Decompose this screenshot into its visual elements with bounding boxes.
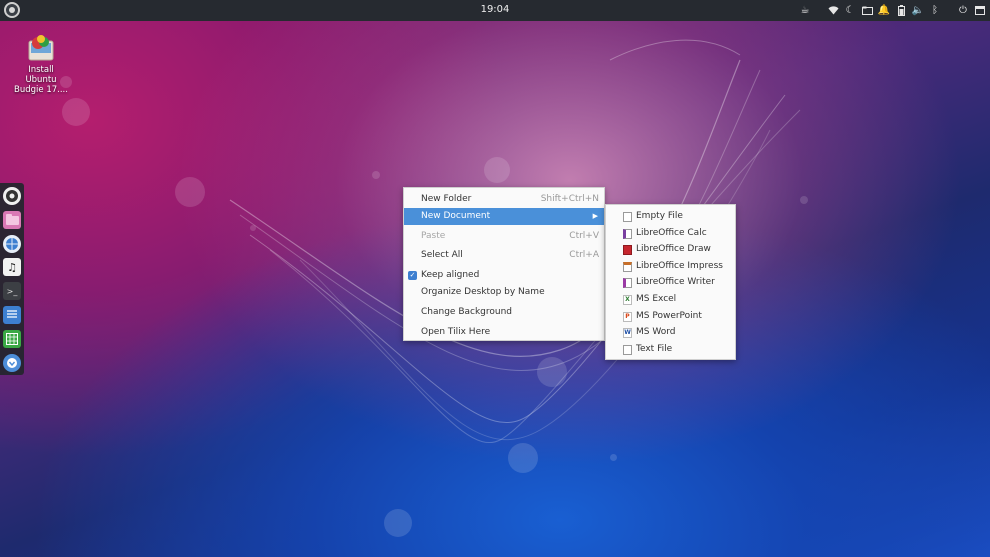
dock-spreadsheet-icon[interactable] [3,329,21,348]
open-tilix-label: Open Tilix Here [421,326,491,337]
install-ubuntu-desktop-icon[interactable]: Install Ubuntu Budgie 17.... [12,33,70,95]
submenu-item-libreoffice-draw[interactable]: LibreOffice Draw [606,241,735,258]
select-all-shortcut: Ctrl+A [569,250,599,261]
select-all-label: Select All [421,250,463,261]
menu-item-organize-desktop[interactable]: Organize Desktop by Name [404,284,604,301]
paste-shortcut: Ctrl+V [569,230,599,241]
menu-item-new-document[interactable]: New Document ▶ [404,207,604,225]
submenu-item-libreoffice-impress[interactable]: LibreOffice Impress [606,258,735,275]
caffeine-icon[interactable]: ☕ [799,5,811,17]
menu-item-change-background[interactable]: Change Background [404,304,604,321]
draw-icon [623,245,632,256]
submenu-item-text-file[interactable]: Text File [606,341,735,358]
installer-icon [26,33,56,63]
night-light-icon[interactable]: ☾ [844,5,856,17]
desktop-context-menu: New Folder Shift+Ctrl+N New Document ▶ P… [403,187,605,341]
desktop-icon-label-2: Ubuntu [25,75,57,85]
keep-aligned-label: Keep aligned [421,270,480,281]
desktop-icon-label-3: Budgie 17.... [14,85,68,95]
places-icon[interactable] [861,5,873,17]
wifi-icon[interactable] [827,5,839,17]
submenu-item-ms-powerpoint[interactable]: P MS PowerPoint [606,308,735,325]
submenu-item-ms-excel[interactable]: X MS Excel [606,291,735,308]
bluetooth-icon[interactable]: ᛒ [929,5,941,17]
submenu-item-label: LibreOffice Impress [636,260,723,271]
dock-music-icon[interactable]: ♫ [3,258,21,277]
checkbox-checked-icon[interactable]: ✓ [408,271,417,281]
new-document-label: New Document [421,210,491,221]
menu-item-new-folder[interactable]: New Folder Shift+Ctrl+N [404,191,604,208]
organize-label: Organize Desktop by Name [421,286,545,297]
excel-icon: X [623,294,632,305]
powerpoint-icon: P [623,311,632,322]
menu-item-paste[interactable]: Paste Ctrl+V [404,228,604,245]
submenu-arrow-icon: ▶ [592,211,598,220]
new-folder-shortcut: Shift+Ctrl+N [540,194,599,204]
menu-item-select-all[interactable]: Select All Ctrl+A [404,247,604,264]
dock: ♫ >_ [0,183,24,375]
notification-bell-icon[interactable]: 🔔 [878,5,890,17]
new-document-submenu: Empty File LibreOffice Calc LibreOffice … [605,204,736,360]
impress-icon [623,261,632,272]
battery-icon[interactable] [895,5,907,17]
change-background-label: Change Background [421,306,513,317]
submenu-item-libreoffice-writer[interactable]: LibreOffice Writer [606,274,735,291]
paste-label: Paste [421,230,446,241]
menu-item-open-tilix[interactable]: Open Tilix Here [404,324,604,341]
top-panel: 19:04 ☕ ☾ 🔔 🔈 ᛒ ⏻ [0,0,990,21]
submenu-item-libreoffice-calc[interactable]: LibreOffice Calc [606,225,735,242]
menu-item-keep-aligned[interactable]: ✓ Keep aligned [404,267,604,284]
dock-software-icon[interactable] [3,353,21,372]
submenu-item-ms-word[interactable]: W MS Word [606,324,735,341]
writer-icon [623,278,632,289]
submenu-item-label: LibreOffice Calc [636,227,707,238]
submenu-item-label: MS PowerPoint [636,310,702,321]
system-tray: ☕ ☾ 🔔 🔈 ᛒ ⏻ [799,3,986,18]
raven-panel-icon[interactable] [974,5,986,17]
dock-terminal-icon[interactable]: >_ [3,282,21,301]
calc-icon [623,228,632,239]
new-folder-label: New Folder [421,194,472,204]
submenu-item-label: LibreOffice Draw [636,244,711,255]
power-icon[interactable]: ⏻ [957,5,969,17]
dock-text-editor-icon[interactable] [3,305,21,324]
volume-icon[interactable]: 🔈 [912,5,924,17]
dock-files-icon[interactable] [3,210,21,229]
submenu-item-label: LibreOffice Writer [636,277,715,288]
empty-file-icon [623,212,632,222]
text-file-icon [623,344,632,355]
desktop-icon-label-1: Install [28,65,54,75]
submenu-item-empty-file[interactable]: Empty File [606,208,735,225]
dock-settings-icon[interactable] [3,187,21,205]
word-icon: W [623,328,632,339]
dock-browser-icon[interactable] [3,234,21,253]
